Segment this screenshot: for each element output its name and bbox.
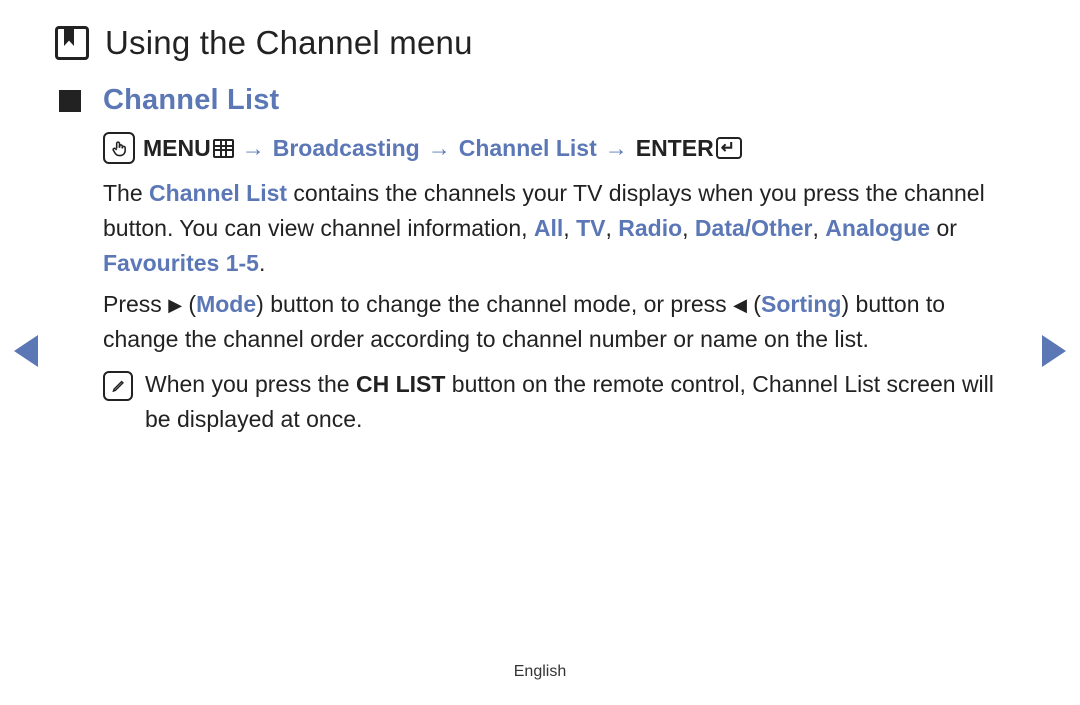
path-broadcasting: Broadcasting: [273, 131, 420, 166]
p1-data-other: Data/Other: [695, 215, 813, 241]
section-heading: Using the Channel menu: [55, 24, 1025, 62]
p2-d: (: [747, 291, 761, 317]
p2-b: (: [182, 291, 196, 317]
p1-channel-list: Channel List: [149, 180, 287, 206]
square-bullet-icon: [59, 90, 81, 112]
path-arrow: →: [242, 131, 265, 166]
p2-c: ) button to change the channel mode, or …: [256, 291, 733, 317]
section-title: Using the Channel menu: [105, 24, 473, 62]
p2-mode: Mode: [196, 291, 256, 317]
note-b: button on the remote control,: [445, 371, 752, 397]
p2-a: Press: [103, 291, 168, 317]
path-enter: ENTER: [636, 135, 714, 161]
note-channel-list: Channel List: [752, 371, 880, 397]
p1-or: or: [930, 215, 957, 241]
note-text: When you press the CH LIST button on the…: [145, 367, 1025, 437]
prev-page-button[interactable]: [14, 335, 38, 367]
menu-path: MENU → Broadcasting → Channel List → ENT…: [103, 131, 1025, 166]
triangle-left-icon: ◀: [733, 295, 747, 315]
note-icon: [103, 371, 133, 401]
p1-c3: ,: [682, 215, 695, 241]
p1-analogue: Analogue: [825, 215, 930, 241]
hand-icon: [103, 132, 135, 164]
p1-a: The: [103, 180, 149, 206]
note: When you press the CH LIST button on the…: [103, 367, 1025, 437]
footer-language: English: [0, 663, 1080, 681]
note-chlist: CH LIST: [356, 371, 445, 397]
p1-all: All: [534, 215, 563, 241]
p1-radio: Radio: [618, 215, 682, 241]
menu-grid-icon: [213, 139, 234, 158]
item-title: Channel List: [103, 84, 279, 117]
path-arrow: →: [428, 131, 451, 166]
triangle-right-icon: ▶: [168, 295, 182, 315]
p1-c2: ,: [605, 215, 618, 241]
note-a: When you press the: [145, 371, 356, 397]
manual-page: Using the Channel menu Channel List MENU…: [0, 0, 1080, 437]
p1-tv: TV: [576, 215, 605, 241]
path-menu: MENU: [143, 135, 211, 161]
next-page-button[interactable]: [1042, 335, 1066, 367]
p2-sorting: Sorting: [761, 291, 842, 317]
paragraph-1: The Channel List contains the channels y…: [103, 176, 1025, 281]
path-channel-list: Channel List: [459, 131, 597, 166]
item-heading: Channel List: [59, 84, 1025, 117]
path-arrow: →: [605, 131, 628, 166]
p1-favourites: Favourites 1-5: [103, 250, 259, 276]
bookmark-icon: [55, 26, 89, 60]
enter-icon: [716, 137, 742, 159]
p1-c1: ,: [563, 215, 576, 241]
paragraph-2: Press ▶ (Mode) button to change the chan…: [103, 287, 1025, 357]
p1-c4: ,: [813, 215, 826, 241]
p1-dot: .: [259, 250, 265, 276]
